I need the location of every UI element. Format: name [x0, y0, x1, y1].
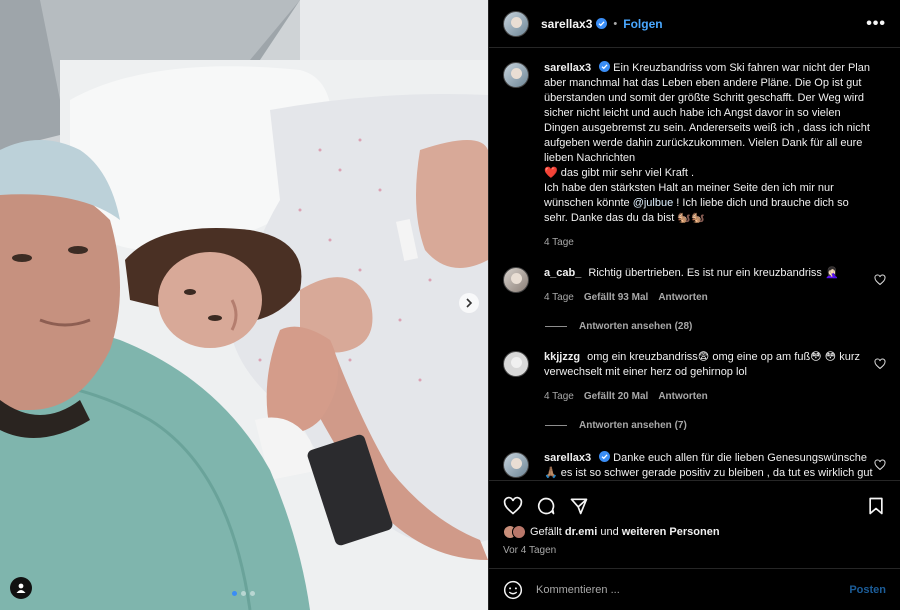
- comment-input[interactable]: Kommentieren ...: [536, 584, 849, 596]
- view-replies-label[interactable]: Antworten ansehen (7): [579, 420, 687, 431]
- like-comment-heart-icon[interactable]: [874, 459, 886, 471]
- avatar[interactable]: [503, 267, 529, 293]
- likes-prefix: Gefällt: [530, 526, 562, 538]
- separator-dot: •: [613, 17, 618, 30]
- comment-item: kkjjzzg omg ein kreuzbandriss😨 omg eine …: [503, 350, 886, 404]
- caption-username[interactable]: sarellax3: [544, 62, 591, 74]
- timestamp[interactable]: 4 Tage: [544, 235, 574, 250]
- comment-text: Danke euch allen für die lieben Genesung…: [544, 452, 873, 479]
- carousel-dot: [250, 591, 255, 596]
- caption-text: das gibt mir sehr viel Kraft .: [560, 167, 695, 179]
- mention-link[interactable]: @julbue: [633, 197, 674, 209]
- divider: [545, 425, 567, 426]
- view-replies-button[interactable]: Antworten ansehen (28): [545, 321, 886, 332]
- comment-item: a_cab_ Richtig übertrieben. Es ist nur e…: [503, 266, 886, 305]
- view-replies-button[interactable]: Antworten ansehen (7): [545, 420, 886, 431]
- like-comment-heart-icon[interactable]: [874, 274, 886, 286]
- comment-body: sarellax3 Danke euch allen für die liebe…: [544, 451, 874, 479]
- post-date[interactable]: Vor 4 Tagen: [489, 545, 900, 556]
- carousel-dot: [241, 591, 246, 596]
- caption-body: sarellax3 Ein Kreuzbandriss vom Ski fahr…: [544, 61, 874, 250]
- next-slide-button[interactable]: [459, 293, 479, 313]
- post-side-panel: sarellax3 • Folgen ••• sarellax3 Ein Kre…: [488, 0, 900, 610]
- avatar[interactable]: [503, 452, 529, 478]
- caption: sarellax3 Ein Kreuzbandriss vom Ski fahr…: [503, 61, 886, 250]
- comment-body: a_cab_ Richtig übertrieben. Es ist nur e…: [544, 266, 874, 305]
- like-comment-heart-icon[interactable]: [874, 358, 886, 370]
- timestamp[interactable]: 4 Tage: [544, 290, 574, 305]
- comment-composer: Kommentieren ... Posten: [489, 568, 900, 610]
- verified-badge-icon: [596, 18, 608, 29]
- follow-button[interactable]: Folgen: [623, 17, 662, 31]
- reply-button[interactable]: Antworten: [658, 290, 707, 305]
- comment-item: sarellax3 Danke euch allen für die liebe…: [503, 451, 886, 479]
- action-bar: [489, 481, 900, 521]
- comment-username[interactable]: a_cab_: [544, 267, 581, 279]
- save-bookmark-icon[interactable]: [866, 496, 886, 516]
- tagged-users-button[interactable]: [10, 577, 32, 599]
- comments-list[interactable]: sarellax3 Ein Kreuzbandriss vom Ski fahr…: [489, 49, 900, 479]
- comment-bubble-icon[interactable]: [536, 496, 556, 516]
- comment-body: kkjjzzg omg ein kreuzbandriss😨 omg eine …: [544, 350, 874, 404]
- more-options-icon[interactable]: •••: [866, 15, 886, 33]
- comment-meta: 4 Tage Gefällt 93 Mal Antworten: [544, 290, 874, 305]
- liked-by-user[interactable]: dr.emi: [565, 526, 597, 538]
- person-icon: [16, 583, 26, 593]
- post-header: sarellax3 • Folgen •••: [489, 0, 900, 48]
- view-replies-label[interactable]: Antworten ansehen (28): [579, 321, 692, 332]
- avatar: [512, 525, 526, 539]
- avatar[interactable]: [503, 62, 529, 88]
- comment-meta: 4 Tage Gefällt 20 Mal Antworten: [544, 389, 874, 404]
- verified-badge-icon: [599, 61, 611, 72]
- author-username[interactable]: sarellax3: [541, 17, 592, 31]
- timestamp[interactable]: 4 Tage: [544, 389, 574, 404]
- avatar[interactable]: [503, 351, 529, 377]
- divider: [545, 326, 567, 327]
- verified-badge-icon: [599, 451, 611, 462]
- avatar[interactable]: [503, 10, 529, 37]
- comment-username[interactable]: kkjjzzg: [544, 351, 580, 363]
- post-photo[interactable]: [0, 0, 488, 610]
- post-modal: sarellax3 • Folgen ••• sarellax3 Ein Kre…: [0, 0, 900, 610]
- share-paper-plane-icon[interactable]: [569, 496, 589, 516]
- chevron-right-icon: [466, 298, 473, 308]
- other-likers-link[interactable]: weiteren Personen: [622, 526, 720, 538]
- like-count[interactable]: Gefällt 20 Mal: [584, 389, 648, 404]
- heart-emoji: ❤️: [544, 167, 558, 179]
- hospital-selfie-image: [0, 0, 488, 610]
- emoji-picker-icon[interactable]: [503, 580, 523, 600]
- comment-text: Richtig übertrieben. Es ist nur ein kreu…: [588, 267, 839, 279]
- like-heart-icon[interactable]: [503, 496, 523, 516]
- caption-text: Ein Kreuzbandriss vom Ski fahren war nic…: [544, 62, 870, 164]
- likes-text[interactable]: Gefällt dr.emi und weiteren Personen: [530, 526, 720, 538]
- post-comment-button[interactable]: Posten: [849, 584, 886, 596]
- reply-button[interactable]: Antworten: [658, 389, 707, 404]
- caption-meta: 4 Tage: [544, 235, 874, 250]
- comment-text: omg ein kreuzbandriss😨 omg eine op am fu…: [544, 351, 860, 378]
- comment-username[interactable]: sarellax3: [544, 452, 591, 464]
- carousel-dots: [232, 591, 255, 596]
- carousel-dot: [232, 591, 237, 596]
- squirrel-emojis: 🐿️🐿️: [677, 212, 705, 224]
- likes-summary: Gefällt dr.emi und weiteren Personen: [489, 525, 900, 539]
- likes-connector: und: [600, 526, 619, 538]
- like-count[interactable]: Gefällt 93 Mal: [584, 290, 648, 305]
